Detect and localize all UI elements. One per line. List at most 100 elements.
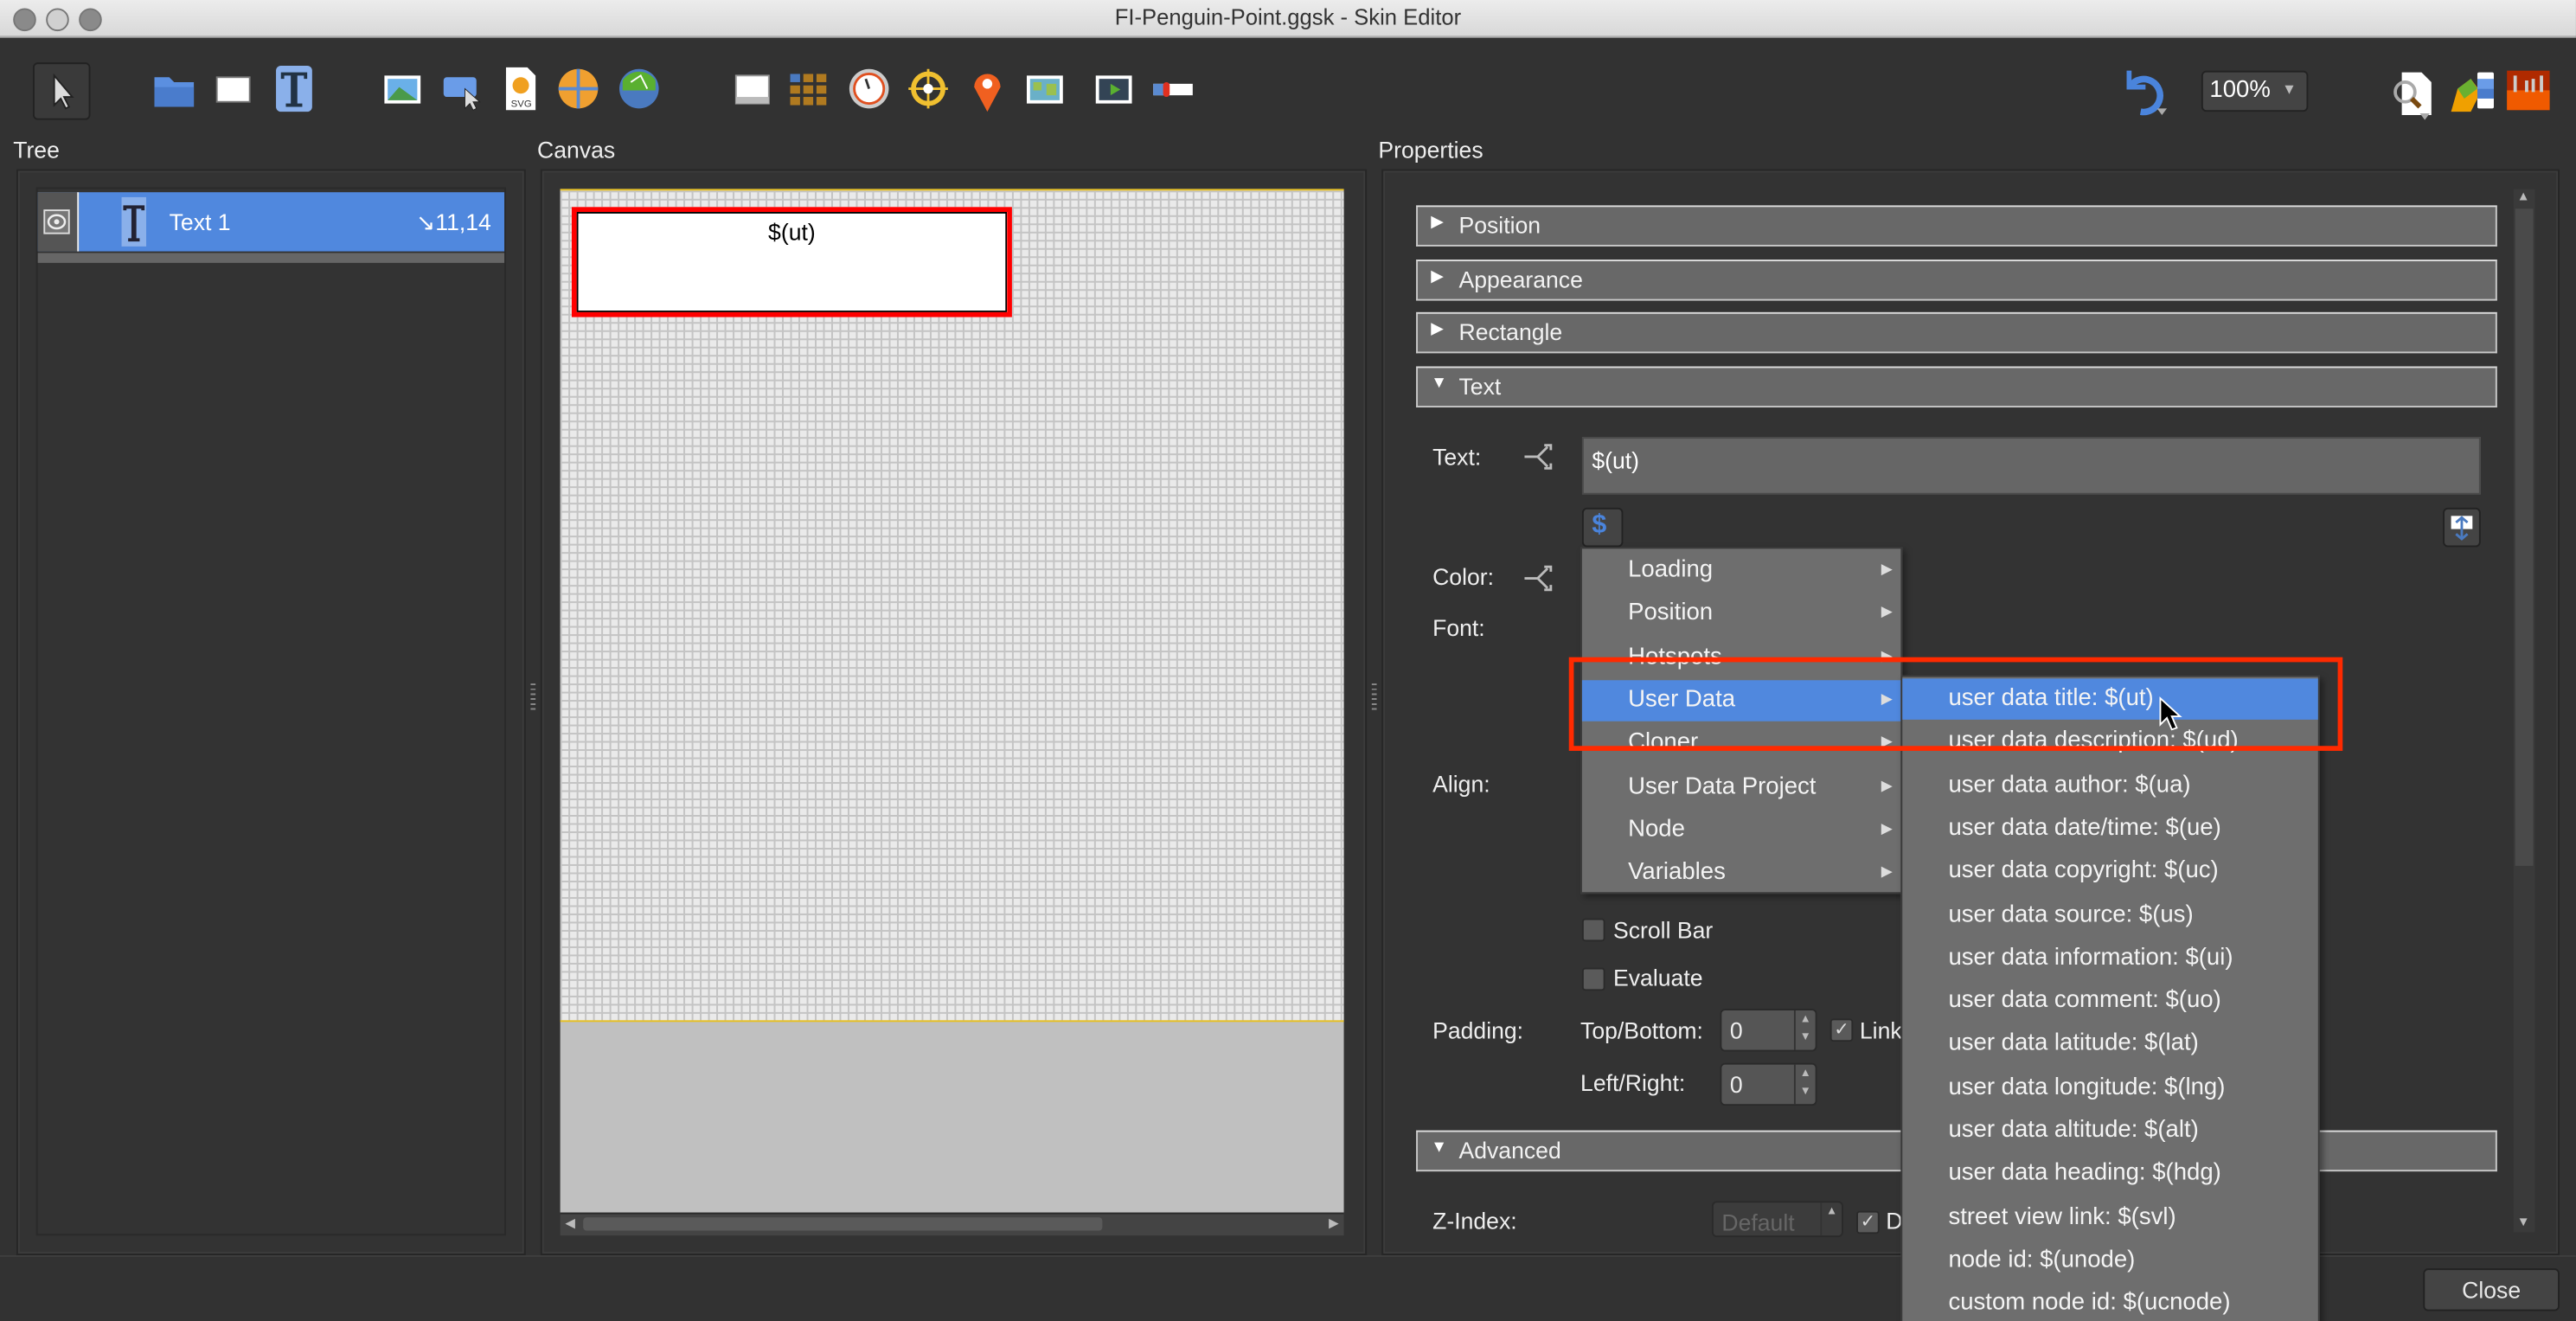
submenu-arrow-icon: ▶ (1881, 776, 1893, 793)
submenu-item[interactable]: user data copyright: $(uc) (1902, 851, 2317, 892)
preview-button[interactable] (2386, 69, 2442, 122)
placeholder-menu-button[interactable]: $ (1581, 507, 1624, 548)
close-button-label: Close (2462, 1276, 2522, 1304)
video-icon[interactable] (1093, 67, 1135, 110)
spin-arrows[interactable]: ▲ (1820, 1202, 1842, 1236)
panorama-globe-icon[interactable] (557, 67, 599, 110)
zoom-select[interactable]: 100% ▼ (2201, 70, 2309, 112)
properties-vertical-scrollbar[interactable]: ▲ ▼ (2513, 189, 2535, 1233)
toolbox-button[interactable] (2505, 69, 2551, 112)
spin-arrows[interactable]: ▲ ▼ (1793, 1010, 1816, 1050)
submenu-item[interactable]: user data source: $(us) (1902, 895, 2317, 935)
cloner-icon[interactable] (787, 67, 830, 110)
properties-label: Properties (1378, 136, 1483, 164)
menu-item-loading[interactable]: Loading ▶ (1582, 550, 1900, 591)
splitter-handle[interactable] (530, 683, 536, 714)
menu-item-position[interactable]: Position ▶ (1582, 593, 1900, 634)
left-right-padding-input[interactable]: 0 ▲ ▼ (1720, 1062, 1817, 1106)
map-icon[interactable] (1023, 67, 1066, 110)
svg-icon[interactable]: SVG (501, 66, 543, 111)
collapse-icon: ▼ (1431, 1138, 1448, 1157)
text-icon[interactable] (276, 65, 312, 112)
link-checkbox[interactable]: ✓ (1829, 1018, 1854, 1042)
text-edit-button[interactable] (2443, 507, 2481, 548)
scroll-down-icon[interactable]: ▼ (2517, 1215, 2530, 1229)
submenu-item[interactable]: user data longitude: $(lng) (1902, 1068, 2317, 1108)
toolbox-icon (2507, 70, 2550, 111)
section-text[interactable]: ▼ Text (1416, 366, 2497, 408)
scrollbar-thumb[interactable] (583, 1217, 1103, 1231)
submenu-item-label: user data date/time: $(ue) (1948, 814, 2221, 842)
scroll-right-icon[interactable]: ▶ (1329, 1215, 1339, 1230)
menu-item-variables[interactable]: Variables ▶ (1582, 853, 1900, 894)
submenu-item[interactable]: user data heading: $(hdg) (1902, 1154, 2317, 1195)
menu-item-label: Variables (1628, 859, 1726, 886)
visibility-toggle[interactable] (37, 192, 80, 252)
share-link-icon[interactable] (1522, 562, 1554, 595)
mouse-cursor-icon (2159, 696, 2182, 731)
canvas-horizontal-scrollbar[interactable]: ◀ ▶ (560, 1212, 1344, 1236)
submenu-item-label: user data source: $(us) (1948, 901, 2194, 928)
skin-editor-window: FI-Penguin-Point.ggsk - Skin Editor SVG … (0, 0, 2576, 1321)
tree-list: Text 1 ↘11,14 (35, 187, 506, 1236)
scroll-bar-label: Scroll Bar (1613, 916, 1714, 944)
spin-arrows[interactable]: ▲ ▼ (1793, 1064, 1816, 1105)
canvas-outside-area (560, 1020, 1344, 1215)
section-position[interactable]: ▶ Position (1416, 205, 2497, 247)
submenu-arrow-icon: ▶ (1881, 603, 1893, 620)
submenu-item[interactable]: user data information: $(ui) (1902, 938, 2317, 978)
theme-button[interactable] (2448, 69, 2497, 115)
splitter-handle[interactable] (1371, 683, 1377, 714)
hotspot-target-icon[interactable] (907, 67, 949, 110)
collapse-icon: ▼ (1431, 375, 1448, 393)
select-tool-button[interactable] (32, 62, 91, 120)
undo-button[interactable] (2119, 66, 2169, 119)
node-map-icon[interactable] (618, 67, 660, 110)
submenu-item[interactable]: user data date/time: $(ue) (1902, 808, 2317, 849)
preview-icon (2393, 72, 2432, 120)
scroll-up-icon[interactable]: ▲ (2517, 189, 2530, 203)
undo-icon (2126, 70, 2168, 116)
top-bottom-padding-input[interactable]: 0 ▲ ▼ (1720, 1009, 1817, 1052)
submenu-item-label: node id: $(unode) (1948, 1247, 2136, 1273)
section-appearance[interactable]: ▶ Appearance (1416, 260, 2497, 301)
zindex-input[interactable]: Default ▲ (1711, 1201, 1843, 1238)
container-icon[interactable] (731, 67, 773, 110)
submenu-item-label: user data copyright: $(uc) (1948, 857, 2219, 885)
menu-item-node[interactable]: Node ▶ (1582, 810, 1900, 850)
scrollbar-slider-icon[interactable] (1151, 67, 1194, 110)
submenu-arrow-icon: ▶ (1881, 819, 1893, 837)
scroll-bar-checkbox[interactable] (1581, 918, 1605, 942)
submenu-item[interactable]: user data author: $(ua) (1902, 765, 2317, 805)
dollar-icon: $ (1592, 510, 1607, 539)
button-icon[interactable] (440, 67, 483, 111)
zoom-value: 100% (2209, 77, 2271, 104)
share-link-icon[interactable] (1522, 440, 1554, 473)
submenu-item[interactable]: street view link: $(svl) (1902, 1197, 2317, 1238)
section-rectangle[interactable]: ▶ Rectangle (1416, 311, 2497, 354)
rectangle-icon[interactable] (212, 67, 254, 110)
evaluate-label: Evaluate (1613, 964, 1703, 991)
submenu-item[interactable]: user data latitude: $(lat) (1902, 1024, 2317, 1065)
menu-item-user-data-project[interactable]: User Data Project ▶ (1582, 766, 1900, 807)
timer-gauge-icon[interactable] (848, 67, 890, 110)
close-button[interactable]: Close (2423, 1268, 2560, 1311)
submenu-item[interactable]: custom node id: $(ucnode) (1902, 1284, 2317, 1321)
canvas-text-element[interactable]: $(ut) (571, 207, 1012, 317)
evaluate-checkbox[interactable] (1581, 967, 1605, 991)
text-label: Text: (1432, 443, 1482, 471)
map-pin-icon[interactable] (966, 67, 1009, 112)
submenu-item[interactable]: node id: $(unode) (1902, 1241, 2317, 1281)
user-data-submenu: user data title: $(ut) user data descript… (1900, 675, 2320, 1321)
submenu-item-label: user data latitude: $(lat) (1948, 1030, 2199, 1057)
zindex-default-checkbox[interactable]: ✓ (1856, 1210, 1880, 1234)
submenu-item[interactable]: user data altitude: $(alt) (1902, 1111, 2317, 1151)
open-folder-icon[interactable] (151, 67, 195, 110)
text-input[interactable]: $(ut) (1581, 437, 2481, 495)
expand-icon: ▶ (1431, 320, 1444, 339)
image-icon[interactable] (381, 67, 424, 110)
scrollbar-thumb[interactable] (2515, 208, 2534, 866)
tree-item-text-1[interactable]: Text 1 ↘11,14 (37, 192, 505, 252)
scroll-left-icon[interactable]: ◀ (565, 1215, 575, 1230)
submenu-item[interactable]: user data comment: $(uo) (1902, 981, 2317, 1022)
